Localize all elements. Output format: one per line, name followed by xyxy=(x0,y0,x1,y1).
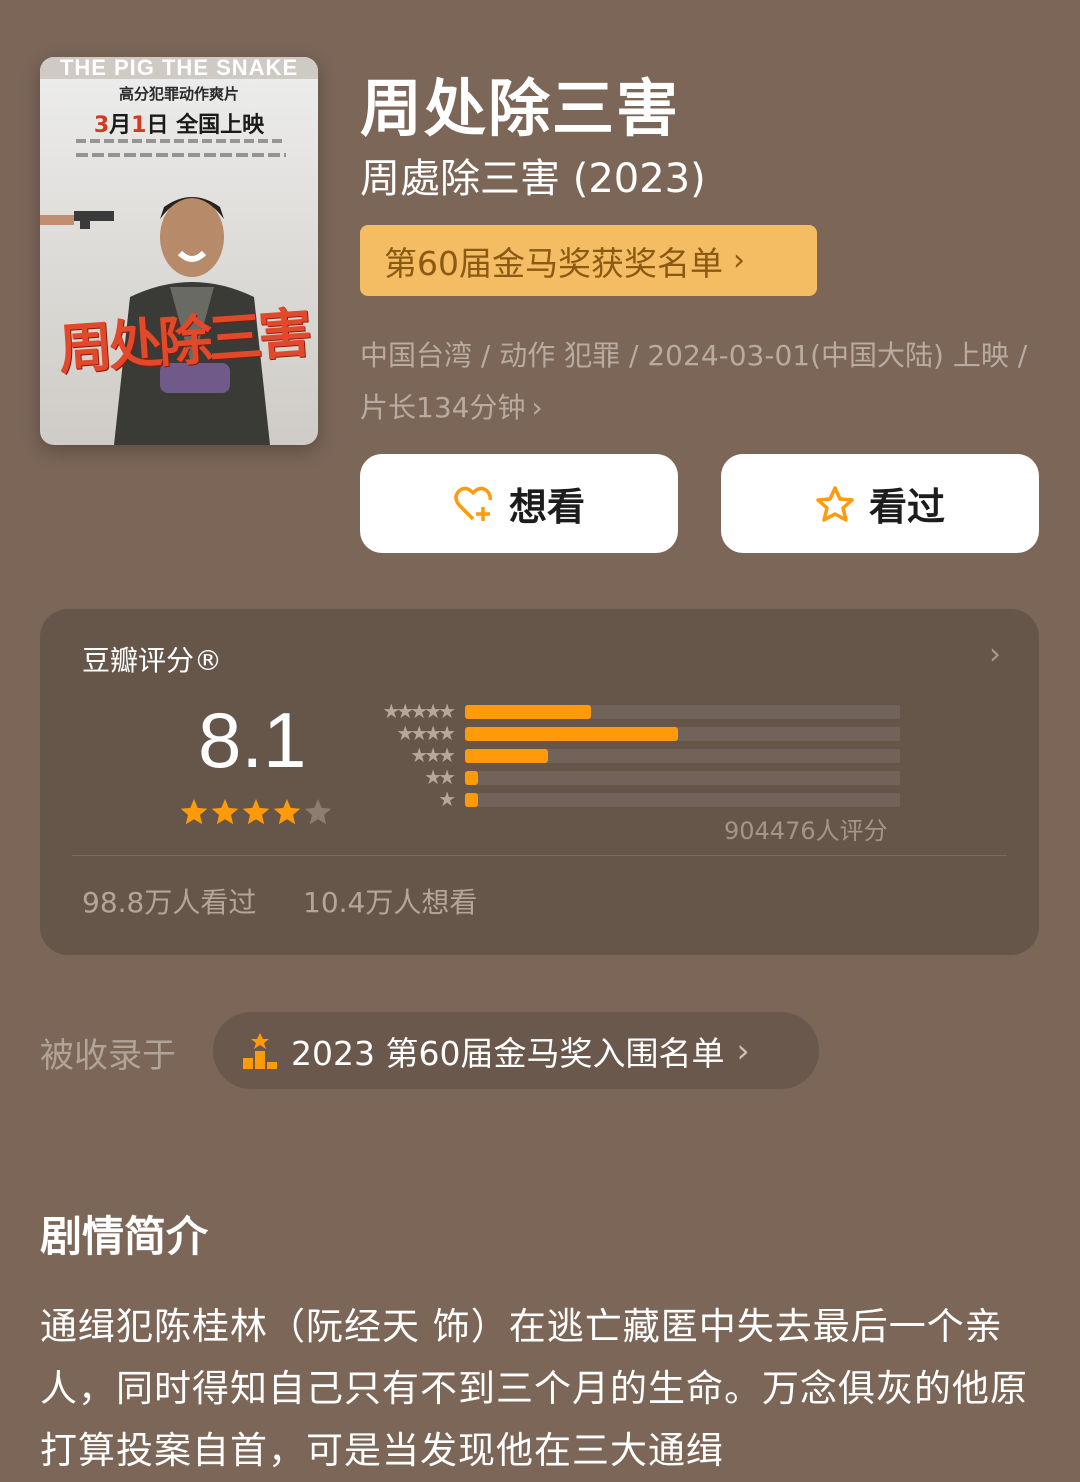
movie-title: 周处除三害 xyxy=(360,72,681,145)
divider xyxy=(72,855,1007,856)
ranking-icon xyxy=(243,1032,277,1069)
bar-fill xyxy=(465,727,679,741)
synopsis-heading: 剧情简介 xyxy=(40,1212,209,1261)
poster-gun xyxy=(40,211,114,229)
want-to-watch-button[interactable]: 想看 xyxy=(360,454,678,553)
seen-label: 看过 xyxy=(868,485,945,529)
bar-track xyxy=(465,793,900,807)
poster-date-mid: 月 xyxy=(109,113,132,138)
star-empty-icon xyxy=(304,799,332,825)
bar-fill xyxy=(465,771,479,785)
watched-button[interactable]: 看过 xyxy=(721,454,1039,553)
chevron-right-icon: › xyxy=(989,637,1001,672)
rating-card[interactable]: 豆瓣评分® › 8.1 ★★★★★ ★★★★ ★★★ ★★ ★ 904476人评分 98… xyxy=(40,609,1039,955)
poster-release-date: 3月1日 全国上映 xyxy=(40,107,318,139)
included-list-name: 2023 第60届金马奖入围名单 xyxy=(291,1033,725,1073)
bar-fill xyxy=(465,793,479,807)
movie-original-title: 周處除三害 (2023) xyxy=(360,156,706,202)
bar-fill xyxy=(465,705,592,719)
star-icon xyxy=(816,485,854,522)
star-filled-icon xyxy=(211,799,239,825)
poster-date-month: 3 xyxy=(93,113,110,138)
wished-count: 10.4万人想看 xyxy=(303,886,478,919)
rating-count: 904476人评分 xyxy=(724,817,888,845)
bar-fill xyxy=(465,749,548,763)
star-filled-icon xyxy=(180,799,208,825)
bar-stars-label: ★★★★★ xyxy=(382,699,456,723)
rating-bar-1: ★ xyxy=(352,787,902,811)
rating-bar-3: ★★★ xyxy=(352,743,902,767)
poster-top-title: THE PIG THE SNAKE AND THE PIGEON xyxy=(40,57,318,79)
included-label: 被收录于 xyxy=(40,1036,176,1076)
chevron-right-icon: › xyxy=(531,391,543,424)
bar-track xyxy=(465,749,900,763)
watched-count: 98.8万人看过 xyxy=(82,886,257,919)
want-label: 想看 xyxy=(508,485,585,529)
award-list-button[interactable]: 第60届金马奖获奖名单 › xyxy=(360,225,817,296)
bar-stars-label: ★ xyxy=(438,787,456,811)
bar-track xyxy=(465,705,900,719)
poster-credits-2 xyxy=(76,153,286,157)
rating-title: 豆瓣评分® xyxy=(82,644,223,677)
rating-bar-5: ★★★★★ xyxy=(352,699,902,723)
movie-meta-link[interactable]: 中国台湾 / 动作 犯罪 / 2024-03-01(中国大陆) 上映 / 片长1… xyxy=(360,330,1050,434)
rating-bar-4: ★★★★ xyxy=(352,721,902,745)
bar-stars-label: ★★ xyxy=(424,765,456,789)
included-list-pill[interactable]: 2023 第60届金马奖入围名单 › xyxy=(213,1012,819,1089)
bar-track xyxy=(465,727,900,741)
poster-credits xyxy=(76,139,286,143)
rating-score: 8.1 xyxy=(198,696,307,784)
rating-bar-2: ★★ xyxy=(352,765,902,789)
poster-date-day: 1 xyxy=(131,113,147,138)
bar-stars-label: ★★★ xyxy=(410,743,456,767)
chevron-right-icon: › xyxy=(736,1031,750,1070)
movie-meta-text: 中国台湾 / 动作 犯罪 / 2024-03-01(中国大陆) 上映 / 片长1… xyxy=(360,339,1028,424)
bar-stars-label: ★★★★ xyxy=(396,721,456,745)
synopsis-text: 通缉犯陈桂林（阮经天 饰）在逃亡藏匿中失去最后一个亲人，同时得知自己只有不到三个… xyxy=(40,1305,1028,1472)
chevron-right-icon: › xyxy=(733,243,745,278)
rating-stars xyxy=(180,799,332,825)
poster-genre-line: 高分犯罪动作爽片 xyxy=(118,85,239,103)
movie-poster[interactable]: THE PIG THE SNAKE AND THE PIGEON 高分犯罪动作爽… xyxy=(40,57,318,445)
star-filled-icon xyxy=(242,799,270,825)
poster-date-rest: 日 全国上映 xyxy=(146,113,265,138)
award-list-label: 第60届金马奖获奖名单 xyxy=(384,243,723,283)
bar-track xyxy=(465,771,900,785)
heart-plus-icon xyxy=(454,486,492,521)
star-filled-icon xyxy=(273,799,301,825)
